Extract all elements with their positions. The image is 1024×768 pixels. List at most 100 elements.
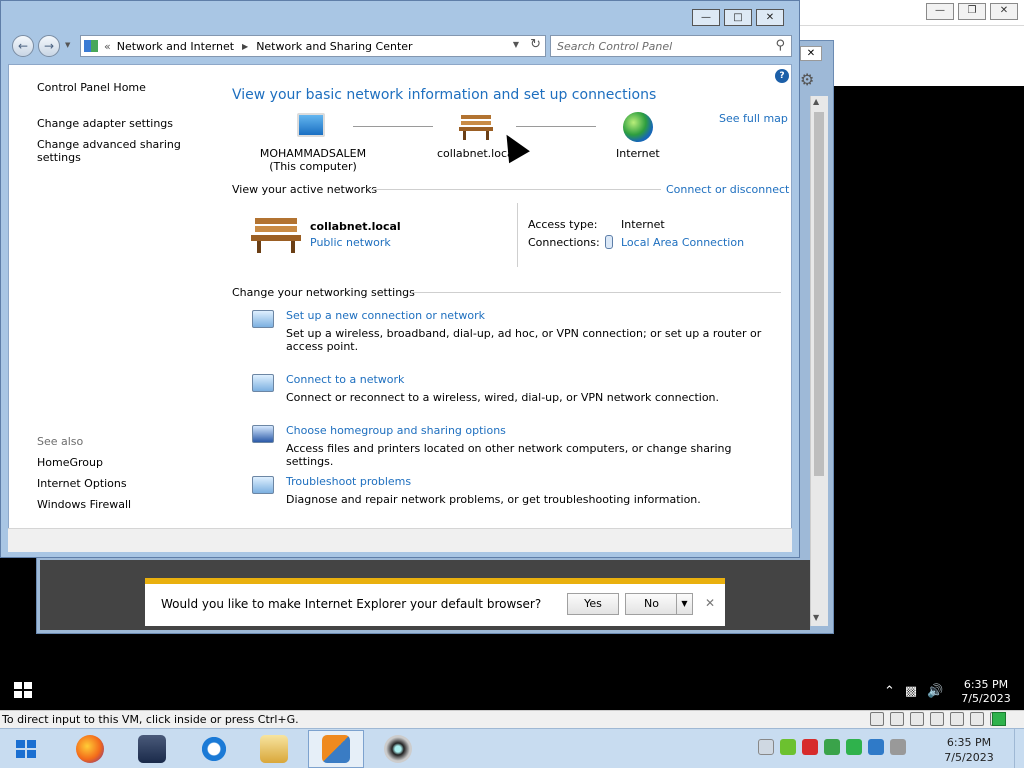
change-advanced-sharing-link[interactable]: Change advanced sharing settings [37, 138, 187, 164]
homegroup-icon [252, 425, 274, 443]
homegroup-link[interactable]: HomeGroup [37, 456, 103, 469]
maximize-button[interactable]: □ [724, 9, 752, 26]
bench-network-icon [459, 113, 503, 143]
cd-drive-icon[interactable] [890, 712, 904, 726]
host-clock[interactable]: 6:35 PM 7/5/2023 [936, 735, 1002, 765]
host-restore-button[interactable]: ❐ [958, 3, 986, 20]
download-icon[interactable] [824, 739, 840, 755]
hard-disk-icon[interactable] [870, 712, 884, 726]
host-start-button[interactable] [4, 730, 48, 768]
help-icon[interactable]: ? [775, 69, 789, 83]
minimize-button[interactable]: — [692, 9, 720, 26]
access-type-label: Access type: [528, 218, 598, 231]
address-bar[interactable]: « Network and Internet ▶ Network and Sha… [80, 35, 546, 57]
notification-close-icon[interactable]: ✕ [705, 596, 715, 610]
connect-network-link[interactable]: Connect to a network [286, 373, 404, 386]
navigation-bar: ← → ▼ « Network and Internet ▶ Network a… [8, 32, 792, 60]
utorrent-icon[interactable] [780, 739, 796, 755]
homegroup-sharing-desc: Access files and printers located on oth… [286, 442, 732, 468]
windows-firewall-link[interactable]: Windows Firewall [37, 498, 131, 511]
scrollbar-thumb[interactable] [814, 112, 824, 476]
vm-status-bar: To direct input to this VM, click inside… [0, 710, 1024, 728]
see-also-heading: See also [37, 435, 84, 448]
troubleshoot-link[interactable]: Troubleshoot problems [286, 475, 411, 488]
see-full-map-link[interactable]: See full map [719, 112, 788, 125]
gear-icon[interactable]: ⚙ [800, 70, 814, 89]
internet-options-link[interactable]: Internet Options [37, 477, 127, 490]
host-system-tray [758, 739, 906, 755]
change-settings-heading: Change your networking settings [232, 286, 415, 299]
chat-icon[interactable] [846, 739, 862, 755]
setup-connection-link[interactable]: Set up a new connection or network [286, 309, 485, 322]
back-button[interactable]: ← [12, 35, 34, 57]
refresh-icon[interactable]: ↻ [530, 37, 541, 52]
homegroup-sharing-link[interactable]: Choose homegroup and sharing options [286, 424, 506, 437]
page-title: View your basic network information and … [232, 87, 657, 103]
connections-label: Connections: [528, 236, 600, 249]
connect-or-disconnect-link[interactable]: Connect or disconnect [666, 183, 789, 196]
setup-connection-desc: Set up a wireless, broadband, dial-up, a… [286, 327, 762, 353]
computer-caption: (This computer) [269, 160, 357, 173]
window-controls: — □ ✕ [692, 9, 784, 26]
shield-icon[interactable] [802, 739, 818, 755]
breadcrumb-network-and-internet[interactable]: Network and Internet [117, 40, 234, 53]
network-adapter-icon[interactable] [910, 712, 924, 726]
notification-message: Would you like to make Internet Explorer… [161, 597, 542, 611]
scroll-down-icon[interactable]: ▼ [813, 613, 819, 622]
troubleshoot-icon [252, 476, 274, 494]
active-network-name: collabnet.local [310, 220, 401, 233]
forward-button[interactable]: → [38, 35, 60, 57]
internet-explorer-icon[interactable] [186, 730, 242, 768]
no-dropdown-button[interactable]: ▼ [676, 593, 693, 615]
new-connection-icon [252, 310, 274, 328]
vm-device-icons [870, 712, 1004, 726]
content-pane: Control Panel Home Change adapter settin… [8, 64, 792, 552]
breadcrumb-arrow-icon[interactable]: ▶ [242, 42, 248, 51]
guest-system-tray: ⌃ ▩ 🔊 [884, 684, 943, 699]
guest-clock-date: 7/5/2023 [961, 692, 1011, 705]
ethernet-icon [605, 235, 613, 249]
media-player-icon[interactable] [124, 730, 180, 768]
vmware-icon[interactable] [308, 730, 364, 768]
show-desktop-button[interactable] [1014, 729, 1024, 768]
firefox-icon[interactable] [62, 730, 118, 768]
monitor-network-icon[interactable] [868, 739, 884, 755]
printer-icon[interactable] [970, 712, 984, 726]
search-input[interactable]: Search Control Panel ⚲ [550, 35, 792, 57]
file-explorer-icon[interactable] [246, 730, 302, 768]
recent-pages-dropdown[interactable]: ▼ [65, 41, 70, 49]
yes-button[interactable]: Yes [567, 593, 619, 615]
change-adapter-settings-link[interactable]: Change adapter settings [37, 117, 173, 130]
search-icon[interactable]: ⚲ [775, 38, 785, 53]
connect-network-icon [252, 374, 274, 392]
network-icon[interactable]: ▩ [905, 684, 917, 699]
usb-icon[interactable] [930, 712, 944, 726]
host-close-button[interactable]: ✕ [990, 3, 1018, 20]
guest-clock[interactable]: 6:35 PM 7/5/2023 [958, 678, 1014, 706]
volume-icon[interactable]: 🔊 [927, 684, 943, 699]
no-button[interactable]: No [625, 593, 677, 615]
chevron-up-icon[interactable]: ⌃ [884, 684, 895, 699]
search-placeholder: Search Control Panel [557, 39, 673, 53]
map-internet: Internet [616, 147, 660, 160]
guest-start-icon[interactable] [14, 682, 36, 700]
control-panel-icon [84, 40, 98, 52]
local-area-connection-link[interactable]: Local Area Connection [621, 236, 744, 249]
volume-muted-icon[interactable] [890, 739, 906, 755]
connect-network-desc: Connect or reconnect to a wireless, wire… [286, 391, 720, 404]
message-log-icon[interactable] [992, 712, 1006, 726]
globe-icon [623, 112, 653, 142]
sound-icon[interactable] [950, 712, 964, 726]
host-minimize-button[interactable]: — [926, 3, 954, 20]
webcam-icon[interactable] [370, 730, 426, 768]
close-button[interactable]: ✕ [756, 9, 784, 26]
network-type-link[interactable]: Public network [310, 236, 391, 249]
background-browser-close-button[interactable]: ✕ [800, 46, 822, 61]
control-panel-home-link[interactable]: Control Panel Home [37, 81, 146, 94]
breadcrumb-network-sharing-center[interactable]: Network and Sharing Center [256, 40, 412, 53]
scroll-up-icon[interactable]: ▲ [813, 97, 819, 106]
computer-icon [297, 113, 325, 137]
address-dropdown-icon[interactable]: ▼ [513, 40, 519, 49]
copy-icon[interactable] [758, 739, 774, 755]
map-connector [353, 126, 433, 127]
